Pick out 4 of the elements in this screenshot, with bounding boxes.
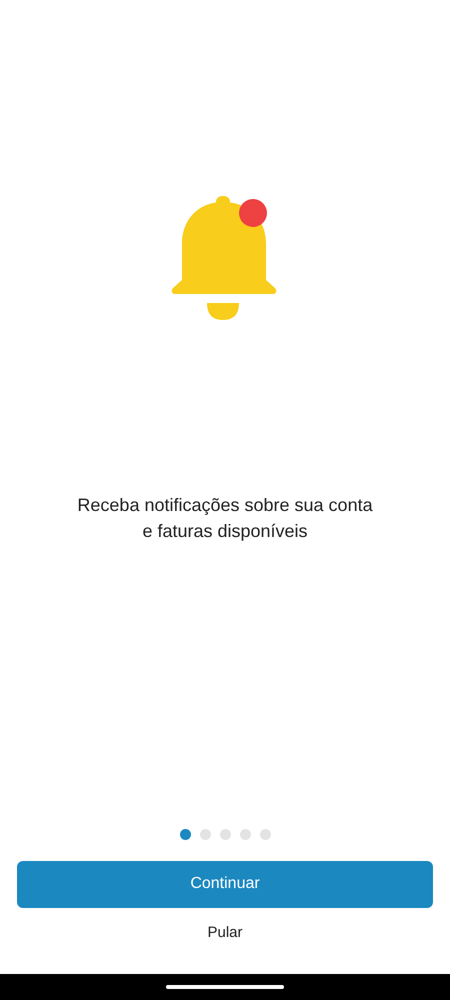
skip-link[interactable]: Pular	[199, 922, 251, 944]
onboarding-message: Receba notificações sobre sua conta e faturas disponíveis	[76, 494, 374, 543]
home-indicator[interactable]	[166, 985, 284, 989]
continue-button[interactable]: Continuar	[17, 860, 433, 908]
